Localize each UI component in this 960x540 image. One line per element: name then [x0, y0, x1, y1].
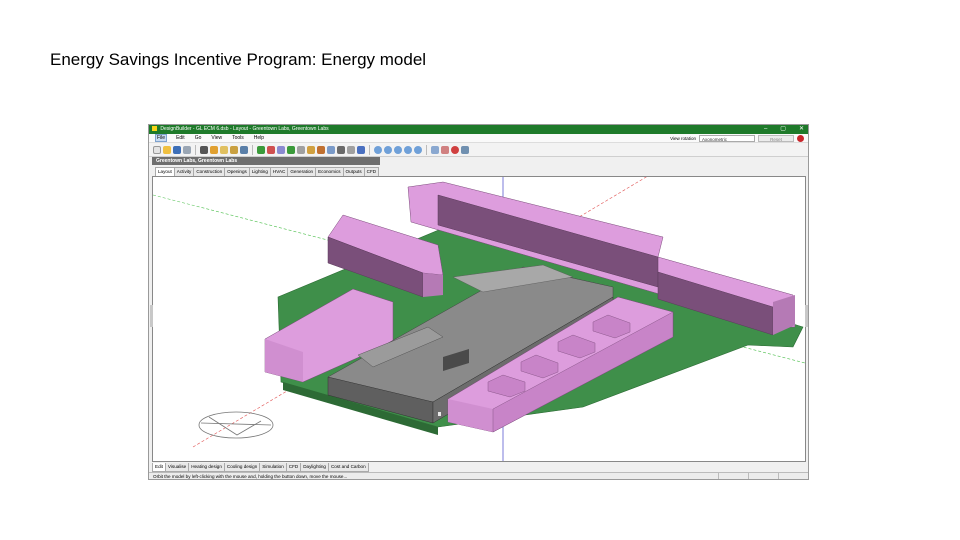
tab-layout[interactable]: Layout — [155, 167, 175, 176]
menu-tools[interactable]: Tools — [231, 134, 245, 142]
draw-opening-icon[interactable] — [277, 145, 285, 154]
designbuilder-window: DesignBuilder - GL ECM 6.dsb - Layout - … — [148, 124, 809, 480]
settings-icon[interactable] — [451, 145, 459, 154]
move-icon[interactable] — [297, 145, 305, 154]
tab-hvac[interactable]: HVAC — [269, 167, 289, 176]
tab-heating-design[interactable]: Heating design — [188, 463, 225, 472]
help-icon[interactable] — [797, 135, 804, 142]
reset-view-button[interactable]: Reset — [758, 135, 794, 142]
toolbar-separator — [369, 144, 370, 155]
copy-icon[interactable] — [240, 145, 248, 154]
tab-lighting[interactable]: Lighting — [248, 167, 271, 176]
right-panel-grip[interactable] — [805, 305, 808, 327]
tab-cost-and-carbon[interactable]: Cost and Carbon — [327, 463, 369, 472]
left-panel-grip[interactable] — [150, 305, 153, 327]
slide-title: Energy Savings Incentive Program: Energy… — [50, 50, 427, 69]
mirror-icon[interactable] — [327, 145, 335, 154]
zoom-in-icon[interactable] — [394, 145, 402, 154]
menu-help[interactable]: Help — [253, 134, 265, 142]
tab-generation[interactable]: Generation — [287, 167, 317, 176]
menu-file[interactable]: File — [155, 134, 168, 142]
orbit-icon[interactable] — [374, 145, 382, 154]
toolbar-separator — [195, 144, 196, 155]
new-file-icon[interactable] — [153, 145, 161, 154]
bottom-tab-bar: Edit Visualise Heating design Cooling de… — [152, 463, 369, 472]
display-options-icon[interactable] — [461, 145, 469, 154]
breadcrumb: Greentown Labs, Greentown Labs — [152, 157, 380, 165]
merge-icon[interactable] — [347, 145, 355, 154]
menu-go[interactable]: Go — [194, 134, 203, 142]
status-text: Orbit the model by left-clicking with th… — [153, 474, 348, 479]
cut-block-icon[interactable] — [337, 145, 345, 154]
save-icon[interactable] — [173, 145, 181, 154]
tab-outputs[interactable]: Outputs — [342, 167, 365, 176]
title-bar: DesignBuilder - GL ECM 6.dsb - Layout - … — [149, 125, 808, 134]
tab-cfd[interactable]: CFD — [363, 167, 380, 176]
top-tab-bar: Layout Activity Construction Openings Li… — [155, 167, 380, 176]
tab-edit[interactable]: Edit — [152, 463, 166, 472]
redo-icon[interactable] — [220, 145, 228, 154]
menu-bar: File Edit Go View Tools Help View rotati… — [149, 134, 808, 143]
open-folder-icon[interactable] — [163, 145, 171, 154]
draw-partition-icon[interactable] — [267, 145, 275, 154]
extrude-icon[interactable] — [287, 145, 295, 154]
model-viewport[interactable] — [150, 176, 808, 462]
building-model-3d[interactable] — [153, 177, 805, 461]
tab-activity[interactable]: Activity — [173, 167, 195, 176]
designbuilder-logo-icon — [152, 126, 157, 131]
rotate-icon[interactable] — [307, 145, 315, 154]
view-rotation-group: View rotation Axonometric Reset — [670, 135, 804, 142]
status-cell — [718, 473, 748, 479]
undo-icon[interactable] — [210, 145, 218, 154]
status-cell — [748, 473, 778, 479]
window-controls: – ▢ ✕ — [764, 125, 804, 134]
tab-cfd-bottom[interactable]: CFD — [285, 463, 302, 472]
close-button[interactable]: ✕ — [799, 125, 804, 134]
draw-block-icon[interactable] — [257, 145, 265, 154]
measure-icon[interactable] — [357, 145, 365, 154]
print-icon[interactable] — [183, 145, 191, 154]
minimize-button[interactable]: – — [764, 125, 767, 134]
grid-icon[interactable] — [431, 145, 439, 154]
export-icon[interactable] — [200, 145, 208, 154]
zoom-out-icon[interactable] — [404, 145, 412, 154]
tab-daylighting[interactable]: Daylighting — [300, 463, 329, 472]
tab-simulation[interactable]: Simulation — [259, 463, 287, 472]
pan-icon[interactable] — [384, 145, 392, 154]
status-cell — [778, 473, 808, 479]
tab-openings[interactable]: Openings — [224, 167, 250, 176]
menu-edit[interactable]: Edit — [175, 134, 186, 142]
tab-visualise[interactable]: Visualise — [164, 463, 190, 472]
cut-icon[interactable] — [230, 145, 238, 154]
menu-view[interactable]: View — [210, 134, 223, 142]
toolbar-separator — [426, 144, 427, 155]
tab-cooling-design[interactable]: Cooling design — [223, 463, 261, 472]
tab-economics[interactable]: Economics — [315, 167, 344, 176]
toolbar — [149, 143, 808, 157]
view-rotation-label: View rotation — [670, 136, 696, 141]
toolbar-separator — [252, 144, 253, 155]
status-cells — [718, 473, 808, 479]
maximize-button[interactable]: ▢ — [780, 125, 786, 134]
zoom-extents-icon[interactable] — [414, 145, 422, 154]
layers-icon[interactable] — [441, 145, 449, 154]
view-mode-select[interactable]: Axonometric — [699, 135, 755, 142]
tab-construction[interactable]: Construction — [193, 167, 226, 176]
status-bar: Orbit the model by left-clicking with th… — [149, 472, 808, 479]
window-title: DesignBuilder - GL ECM 6.dsb - Layout - … — [160, 126, 329, 132]
stretch-icon[interactable] — [317, 145, 325, 154]
